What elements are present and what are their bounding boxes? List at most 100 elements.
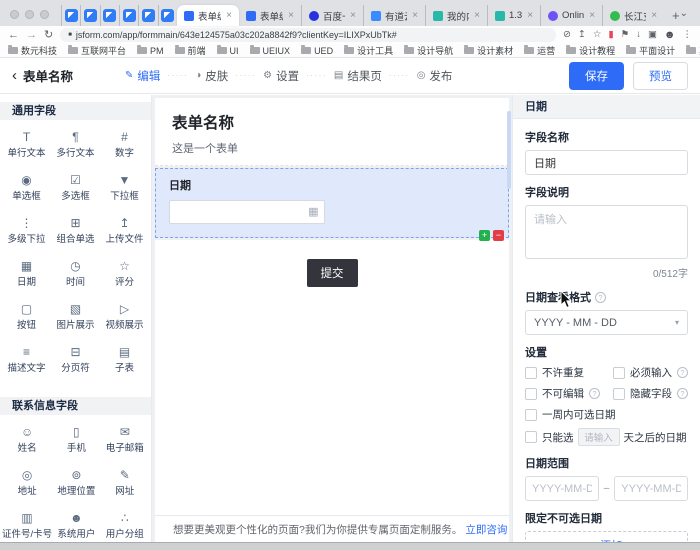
field-item-date[interactable]: ▦日期 [2,252,51,295]
maximize-window-button[interactable] [40,10,49,19]
browser-tab-form-editor-active[interactable]: 表单编 × [177,5,239,26]
checkbox-readonly[interactable]: 不可编辑? [525,386,613,401]
pinned-tab[interactable] [138,5,157,26]
field-item-name[interactable]: ☺姓名 [2,418,52,461]
close-tab-icon[interactable]: × [288,10,294,21]
field-item-number[interactable]: #数字 [100,123,149,166]
bookmark-folder[interactable]: 设计教程 [566,44,615,57]
consult-link[interactable]: 立即咨询 [465,522,507,537]
field-item-rating[interactable]: ☆评分 [100,252,149,295]
bookmark-folder[interactable]: 数元科技 [8,44,57,57]
field-item-time[interactable]: ◷时间 [51,252,100,295]
close-tab-icon[interactable]: × [527,10,533,21]
pinned-tab[interactable] [100,5,119,26]
url-bar[interactable]: ■ jsform.com/app/formmain/643e124575a03c… [60,28,556,42]
bookmark-folder[interactable]: PM [137,46,164,56]
field-item-cascader[interactable]: ⋮多级下拉 [2,209,51,252]
tab-skin[interactable]: ◑皮肤 [195,68,228,84]
date-range-start-input[interactable] [525,476,599,501]
checkbox-week-only[interactable]: 一周内可选日期 [525,407,616,422]
field-item-select[interactable]: ▼下拉框 [100,166,149,209]
field-item-id-card[interactable]: ▥证件号/卡号 [2,504,52,542]
tab-result-page[interactable]: ▤结果页 [334,68,382,84]
form-title-block[interactable]: 表单名称 这是一个表单 [155,98,509,166]
days-after-input[interactable]: 请输入 [578,428,620,446]
field-item-system-user[interactable]: ☻系统用户 [52,504,100,542]
field-item-phone[interactable]: ▯手机 [52,418,100,461]
field-item-combo-radio[interactable]: ⊞组合单选 [51,209,100,252]
save-button[interactable]: 保存 [569,62,624,90]
close-tab-icon[interactable]: × [651,10,657,21]
new-tab-button[interactable]: + [672,8,680,23]
field-item-button[interactable]: ▢按钮 [2,295,51,338]
close-tab-icon[interactable]: × [350,10,356,21]
field-desc-textarea[interactable] [525,205,688,259]
browser-tab-mine[interactable]: 我的内 × [425,5,487,26]
field-item-address[interactable]: ◎地址 [2,461,52,504]
back-nav-icon[interactable]: ← [8,30,19,41]
field-item-email[interactable]: ✉电子邮箱 [101,418,149,461]
close-tab-icon[interactable]: × [226,10,232,21]
field-name-input[interactable] [525,150,688,175]
field-item-radio[interactable]: ◉单选框 [2,166,51,209]
browser-tab-13[interactable]: 1.3 × [487,5,540,26]
field-item-video-display[interactable]: ▷视频展示 [100,295,149,338]
tab-edit[interactable]: ✎编辑 [125,68,160,84]
field-item-multi-line-text[interactable]: ¶多行文本 [51,123,100,166]
field-item-description-text[interactable]: ≡描述文字 [2,338,51,381]
browser-tab-changjiang[interactable]: 长江支 × [602,5,664,26]
close-tab-icon[interactable]: × [589,10,595,21]
bookmark-folder[interactable]: 运营 [524,44,555,57]
bookmark-folder[interactable]: 设计导航 [404,44,453,57]
browser-menu-icon[interactable]: ⋮ [683,30,693,40]
share-icon[interactable]: ↥ [578,30,586,40]
field-item-geolocation[interactable]: ⊚地理位置 [52,461,100,504]
tab-settings[interactable]: ⚙设置 [263,68,299,84]
close-window-button[interactable] [10,10,19,19]
bookmark-folder[interactable]: UI [217,46,239,56]
bookmark-folder[interactable]: 设计素材 [464,44,513,57]
field-item-user-group[interactable]: ∴用户分组 [101,504,149,542]
field-item-single-line-text[interactable]: T单行文本 [2,123,51,166]
canvas-scrollbar[interactable] [507,111,511,189]
preview-button[interactable]: 预览 [633,62,688,90]
pinned-tab[interactable] [61,5,80,26]
field-item-subtable[interactable]: ▤子表 [100,338,149,381]
copy-field-button[interactable]: + [479,230,490,241]
field-item-page-break[interactable]: ⊟分页符 [51,338,100,381]
field-item-image-display[interactable]: ▧图片展示 [51,295,100,338]
close-tab-icon[interactable]: × [474,10,480,21]
extension-red-icon[interactable]: ▮ [608,30,613,40]
tab-publish[interactable]: ◎发布 [417,68,453,84]
date-range-end-input[interactable] [614,476,688,501]
bookmark-folder[interactable]: 其他 [686,44,700,57]
bookmark-folder[interactable]: 互联网平台 [68,44,126,57]
checkbox-hidden-field[interactable]: 隐藏字段? [613,386,688,401]
bookmark-star-icon[interactable]: ☆ [593,30,602,40]
browser-tab-form[interactable]: 表单编 × [239,5,301,26]
checkbox-required[interactable]: 必须输入? [613,365,688,380]
checkbox-days-after[interactable]: 只能选 [525,430,574,445]
password-hidden-icon[interactable]: ⊘ [563,30,571,40]
bookmark-folder[interactable]: 平面设计 [626,44,675,57]
sidebar-toggle-icon[interactable]: ▣ [648,30,657,40]
delete-field-button[interactable]: − [493,230,504,241]
date-input[interactable]: ▦ [169,200,325,224]
download-icon[interactable]: ↓ [636,30,641,40]
pinned-tab[interactable] [158,5,177,26]
reload-icon[interactable]: ↻ [44,30,53,41]
date-field-block-selected[interactable]: 日期 ▦ + − [155,168,509,238]
submit-button[interactable]: 提交 [307,259,358,287]
browser-tab-online[interactable]: Online × [540,5,602,26]
back-button[interactable]: ‹ 表单名称 [12,66,73,85]
field-item-url[interactable]: ✎网址 [101,461,149,504]
add-disabled-date-button[interactable]: + 添加 [525,531,688,542]
bookmark-folder[interactable]: UEIUX [250,46,291,56]
pinned-tab[interactable] [80,5,99,26]
checkbox-no-duplicate[interactable]: 不许重复 [525,365,613,380]
close-tab-icon[interactable]: × [412,10,418,21]
tab-search-chevron-icon[interactable]: ⌄ [680,8,688,19]
pinned-tab[interactable] [119,5,138,26]
browser-tab-baidu[interactable]: 百度一 × [301,5,363,26]
bookmark-folder[interactable]: 前端 [175,44,206,57]
